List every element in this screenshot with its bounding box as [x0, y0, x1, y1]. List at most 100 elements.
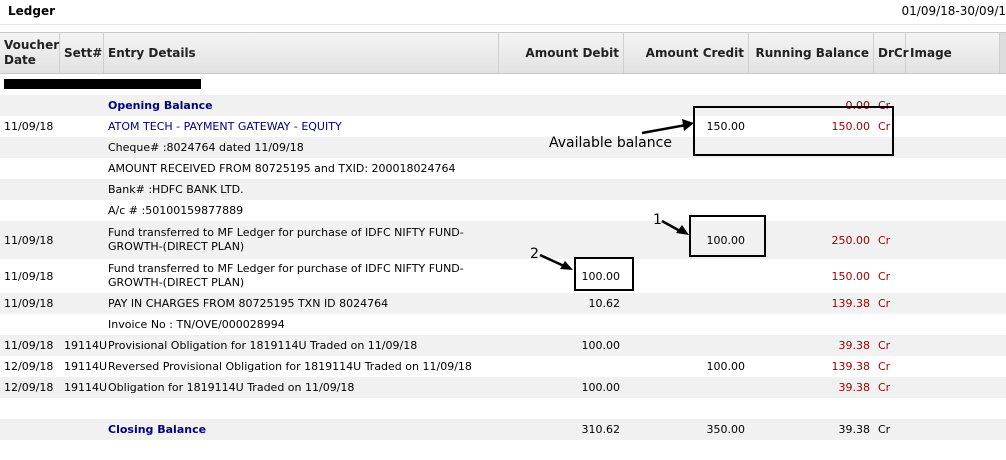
title-bar: Ledger 01/09/18-30/09/1: [0, 0, 1006, 25]
cell-date: 11/09/18: [4, 339, 54, 352]
cell-drcr: Cr: [878, 423, 891, 436]
cell-drcr: [874, 398, 906, 419]
annotation-box-2: [574, 257, 634, 291]
cell-debit: 310.62: [581, 423, 621, 436]
cell-date: 11/09/18: [4, 233, 54, 247]
table-row: [0, 398, 1006, 419]
cell-date: [0, 137, 60, 158]
cell-debit: [499, 314, 624, 335]
col-running-balance[interactable]: Running Balance: [749, 33, 874, 73]
col-drcr[interactable]: DrCr: [874, 33, 909, 73]
cell-debit: 100.00: [581, 339, 621, 352]
cell-credit: [624, 314, 749, 335]
cell-sett: [60, 398, 104, 419]
annotation-box-1: [689, 215, 766, 257]
cell-sett: [60, 419, 104, 440]
cell-date: 12/09/18: [4, 381, 54, 394]
cell-balance: 150.00: [831, 269, 871, 283]
cell-date: 11/09/18: [4, 269, 54, 283]
cell-sett: [60, 259, 104, 293]
cell-entry: Opening Balance: [108, 98, 213, 112]
col-voucher-date[interactable]: Voucher Date: [0, 33, 60, 73]
table-row: Closing Balance 310.62 350.00 39.38 Cr: [0, 419, 1006, 440]
table-row: 11/09/18 PAY IN CHARGES FROM 80725195 TXN…: [0, 293, 1006, 314]
cell-entry[interactable]: ATOM TECH - PAYMENT GATEWAY - EQUITY: [104, 116, 499, 137]
col-entry-details[interactable]: Entry Details: [104, 33, 499, 73]
cell-drcr: [874, 200, 906, 221]
scrollbar-stub: [1000, 33, 1006, 73]
cell-credit: [624, 293, 749, 314]
table-row: A/c # :50100159877889: [0, 200, 1006, 221]
col-amount-debit[interactable]: Amount Debit: [499, 33, 624, 73]
cell-sett: [60, 200, 104, 221]
cell-drcr: [874, 158, 906, 179]
arrow-available-icon: [641, 119, 694, 135]
table-row: Bank# :HDFC BANK LTD.: [0, 179, 1006, 200]
cell-entry: [104, 398, 499, 419]
cell-drcr: Cr: [878, 233, 891, 247]
cell-drcr: [874, 179, 906, 200]
cell-debit: [499, 356, 624, 377]
cell-credit: [624, 335, 749, 356]
cell-date: 11/09/18: [4, 120, 54, 133]
cell-sett: [60, 95, 104, 116]
cell-balance: 39.38: [838, 423, 871, 436]
date-range: 01/09/18-30/09/1: [901, 4, 1006, 18]
page-title: Ledger: [8, 4, 56, 18]
redacted-bar: [4, 79, 201, 89]
col-amount-credit[interactable]: Amount Credit: [624, 33, 749, 73]
cell-drcr: Cr: [878, 381, 891, 394]
cell-drcr: Cr: [878, 297, 891, 310]
cell-balance: 39.38: [838, 339, 871, 352]
cell-balance: [749, 314, 874, 335]
cell-sett: [60, 137, 104, 158]
table-row: AMOUNT RECEIVED FROM 80725195 and TXID: …: [0, 158, 1006, 179]
cell-debit: 10.62: [588, 297, 621, 310]
cell-drcr: Cr: [878, 269, 891, 283]
cell-entry: A/c # :50100159877889: [108, 203, 244, 217]
cell-drcr: Cr: [878, 360, 891, 373]
table-row: 11/09/18 Fund transferred to MF Ledger fo…: [0, 221, 1006, 259]
cell-balance: 139.38: [831, 297, 871, 310]
cell-debit: [499, 116, 624, 137]
cell-balance: 250.00: [831, 233, 871, 247]
cell-date: [0, 95, 60, 116]
cell-debit: [499, 158, 624, 179]
cell-entry: AMOUNT RECEIVED FROM 80725195 and TXID: …: [108, 161, 456, 175]
col-image[interactable]: Image: [906, 33, 1000, 73]
cell-credit: [624, 398, 749, 419]
table-row: 12/09/18 19114U Obligation for 1819114U Tr…: [0, 377, 1006, 398]
cell-balance: [749, 158, 874, 179]
cell-credit: 100.00: [706, 360, 746, 373]
cell-credit: [624, 158, 749, 179]
cell-sett: [60, 293, 104, 314]
cell-entry: Provisional Obligation for 1819114U Trad…: [108, 338, 418, 352]
table-row: 11/09/18 19114U Provisional Obligation for…: [0, 335, 1006, 356]
annotation-box-available: [693, 106, 894, 156]
cell-debit: [499, 398, 624, 419]
cell-credit: [624, 259, 749, 293]
cell-sett: 19114U: [64, 381, 108, 394]
table-row: 11/09/18 Fund transferred to MF Ledger fo…: [0, 259, 1006, 293]
table-header: Voucher Date Sett# Entry Details Amount …: [0, 32, 1006, 74]
cell-credit: [624, 377, 749, 398]
cell-date: [0, 398, 60, 419]
cell-entry: Obligation for 1819114U Traded on 11/09/…: [108, 380, 355, 394]
cell-credit: 350.00: [706, 423, 746, 436]
cell-debit: [499, 179, 624, 200]
cell-date: 11/09/18: [4, 297, 54, 310]
cell-date: [0, 179, 60, 200]
cell-sett: [60, 314, 104, 335]
cell-entry: Invoice No : TN/OVE/000028994: [108, 317, 285, 331]
cell-date: [0, 158, 60, 179]
cell-sett: [60, 179, 104, 200]
cell-entry: Fund transferred to MF Ledger for purcha…: [108, 262, 464, 289]
cell-balance: [749, 179, 874, 200]
cell-date: [0, 314, 60, 335]
arrow-2-icon: [539, 253, 573, 270]
cell-balance: [749, 200, 874, 221]
cell-date: [0, 419, 60, 440]
col-sett[interactable]: Sett#: [60, 33, 104, 73]
arrow-1-icon: [661, 219, 689, 235]
cell-date: 12/09/18: [4, 360, 54, 373]
